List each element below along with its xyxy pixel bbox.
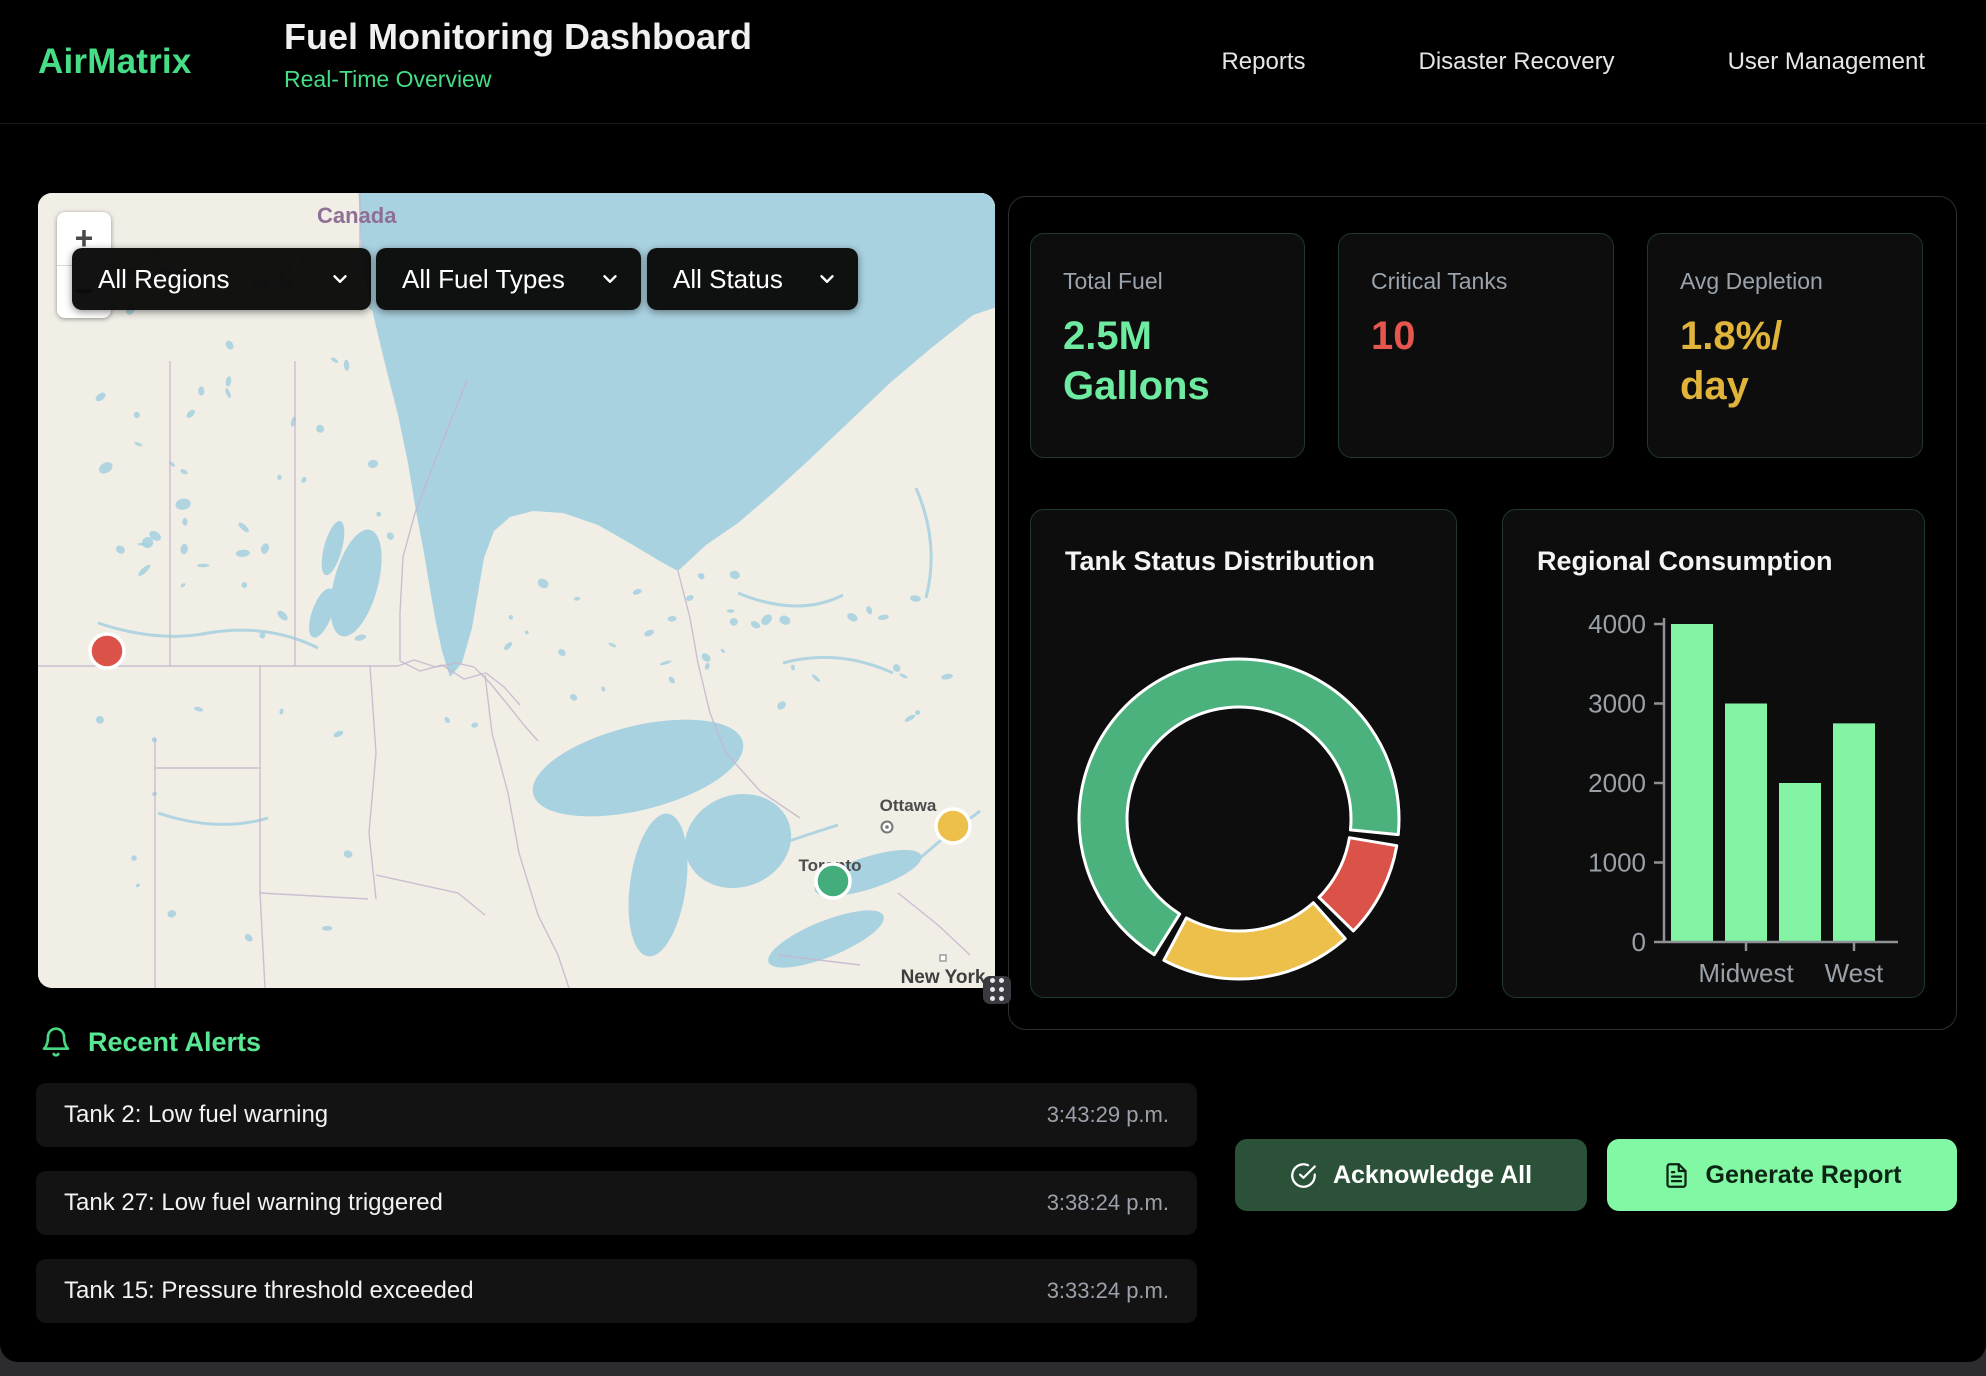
file-text-icon [1663,1162,1690,1189]
fuel-type-filter-value: All Fuel Types [402,264,565,295]
stat-label: Total Fuel [1063,268,1272,295]
acknowledge-all-label: Acknowledge All [1333,1161,1532,1190]
bar-chart: 0 1000 2000 3000 4000 Midwest West [1503,510,1925,998]
status-filter-dropdown[interactable]: All Status [647,248,858,310]
bar-3 [1833,723,1875,942]
alert-timestamp: 3:33:24 p.m. [1047,1278,1169,1304]
check-circle-icon [1290,1162,1317,1189]
stat-value: 1.8%/day [1680,311,1798,411]
tank-marker-normal[interactable] [816,864,850,898]
screen: AirMatrix Fuel Monitoring Dashboard Real… [0,0,1986,1376]
chevron-down-icon [329,268,351,290]
title-block: Fuel Monitoring Dashboard Real-Time Over… [284,15,752,93]
donut-segment-warning [1164,903,1345,979]
bar-1 [1725,704,1767,943]
fuel-type-filter-dropdown[interactable]: All Fuel Types [376,248,641,310]
stat-value: 10 [1371,311,1581,361]
bar-0 [1671,624,1713,942]
chevron-down-icon [816,268,838,290]
recent-alerts-heading: Recent Alerts [40,1026,261,1058]
donut-segment-critical [1319,838,1397,931]
alert-message: Tank 27: Low fuel warning triggered [64,1189,443,1217]
regional-consumption-chart-card: Regional Consumption 01000200030004000Mi… [1502,509,1925,998]
tank-marker-critical[interactable] [90,634,124,668]
alert-row[interactable]: Tank 15: Pressure threshold exceeded 3:3… [36,1259,1197,1323]
header: AirMatrix Fuel Monitoring Dashboard Real… [0,0,1986,124]
donut-chart [1031,510,1457,998]
bar-chart-xtick: Midwest [1698,958,1794,988]
nav-item-disaster-recovery[interactable]: Disaster Recovery [1419,48,1615,76]
tank-status-chart-card: Tank Status Distribution [1030,509,1457,998]
page-subtitle: Real-Time Overview [284,66,752,93]
bar-chart-ytick: 1000 [1588,848,1646,878]
stat-card-total-fuel: Total Fuel 2.5M Gallons [1030,233,1305,458]
region-filter-dropdown[interactable]: All Regions [72,248,371,310]
nav-item-user-management[interactable]: User Management [1728,48,1925,76]
alert-timestamp: 3:43:29 p.m. [1047,1102,1169,1128]
region-filter-value: All Regions [98,264,230,295]
recent-alerts-title: Recent Alerts [88,1027,261,1058]
acknowledge-all-button[interactable]: Acknowledge All [1235,1139,1587,1211]
nav-item-reports[interactable]: Reports [1221,48,1305,76]
alert-timestamp: 3:38:24 p.m. [1047,1190,1169,1216]
alert-message: Tank 15: Pressure threshold exceeded [64,1277,474,1305]
main-nav: Reports Disaster Recovery User Managemen… [1221,0,1925,123]
stat-value: 2.5M Gallons [1063,311,1272,411]
app-window: AirMatrix Fuel Monitoring Dashboard Real… [0,0,1986,1362]
bell-icon [40,1026,72,1058]
bar-chart-ytick: 3000 [1588,689,1646,719]
map-canvas[interactable]: CanadaTorontoOttawaNew York + − [38,193,995,988]
status-filter-value: All Status [673,264,783,295]
generate-report-button[interactable]: Generate Report [1607,1139,1957,1211]
stat-card-critical-tanks: Critical Tanks 10 [1338,233,1614,458]
bar-2 [1779,783,1821,942]
map-svg[interactable]: CanadaTorontoOttawaNew York [38,193,995,988]
generate-report-label: Generate Report [1706,1161,1902,1190]
alert-row[interactable]: Tank 27: Low fuel warning triggered 3:38… [36,1171,1197,1235]
stat-label: Avg Depletion [1680,268,1890,295]
bar-chart-ytick: 4000 [1588,609,1646,639]
bar-chart-ytick: 2000 [1588,768,1646,798]
map-label-new-york: New York [901,967,986,988]
map-label-canada: Canada [317,203,397,228]
chevron-down-icon [599,268,621,290]
stat-card-avg-depletion: Avg Depletion 1.8%/day [1647,233,1923,458]
stat-label: Critical Tanks [1371,268,1581,295]
page-title: Fuel Monitoring Dashboard [284,15,752,58]
app-logo: AirMatrix [38,0,192,123]
bar-chart-xtick: West [1825,958,1885,988]
resize-grip-icon[interactable] [983,976,1011,1004]
bar-chart-ytick: 0 [1632,927,1646,957]
alert-message: Tank 2: Low fuel warning [64,1101,328,1129]
alert-row[interactable]: Tank 2: Low fuel warning 3:43:29 p.m. [36,1083,1197,1147]
map-label-ottawa: Ottawa [880,796,937,815]
tank-marker-warning[interactable] [936,809,970,843]
